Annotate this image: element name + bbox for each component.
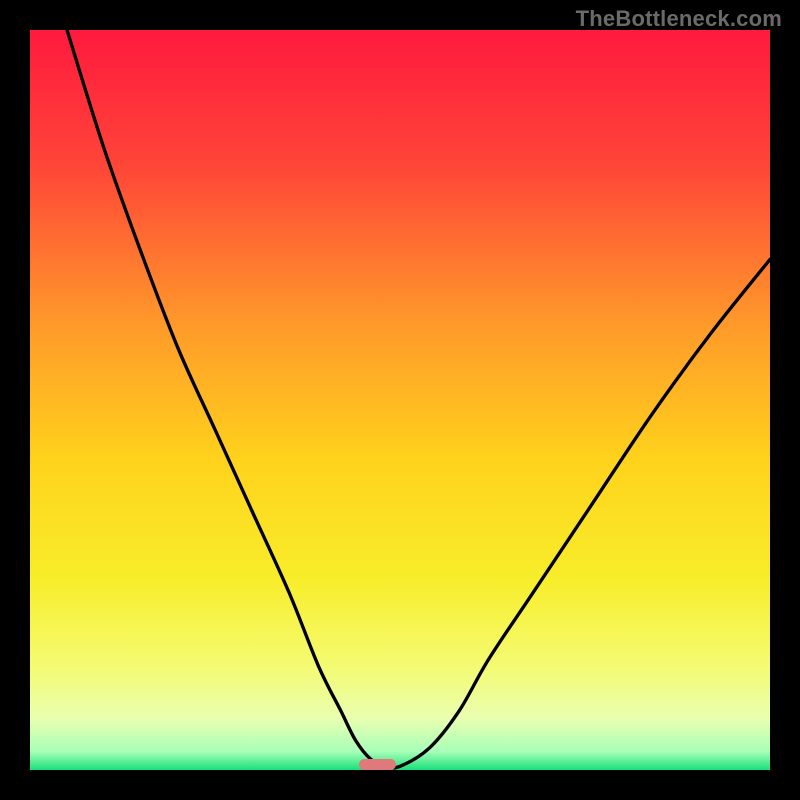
optimum-marker — [359, 759, 396, 770]
watermark-text: TheBottleneck.com — [576, 6, 782, 32]
plot-area — [30, 30, 770, 770]
chart-frame: TheBottleneck.com — [0, 0, 800, 800]
bottleneck-curve — [30, 30, 770, 770]
